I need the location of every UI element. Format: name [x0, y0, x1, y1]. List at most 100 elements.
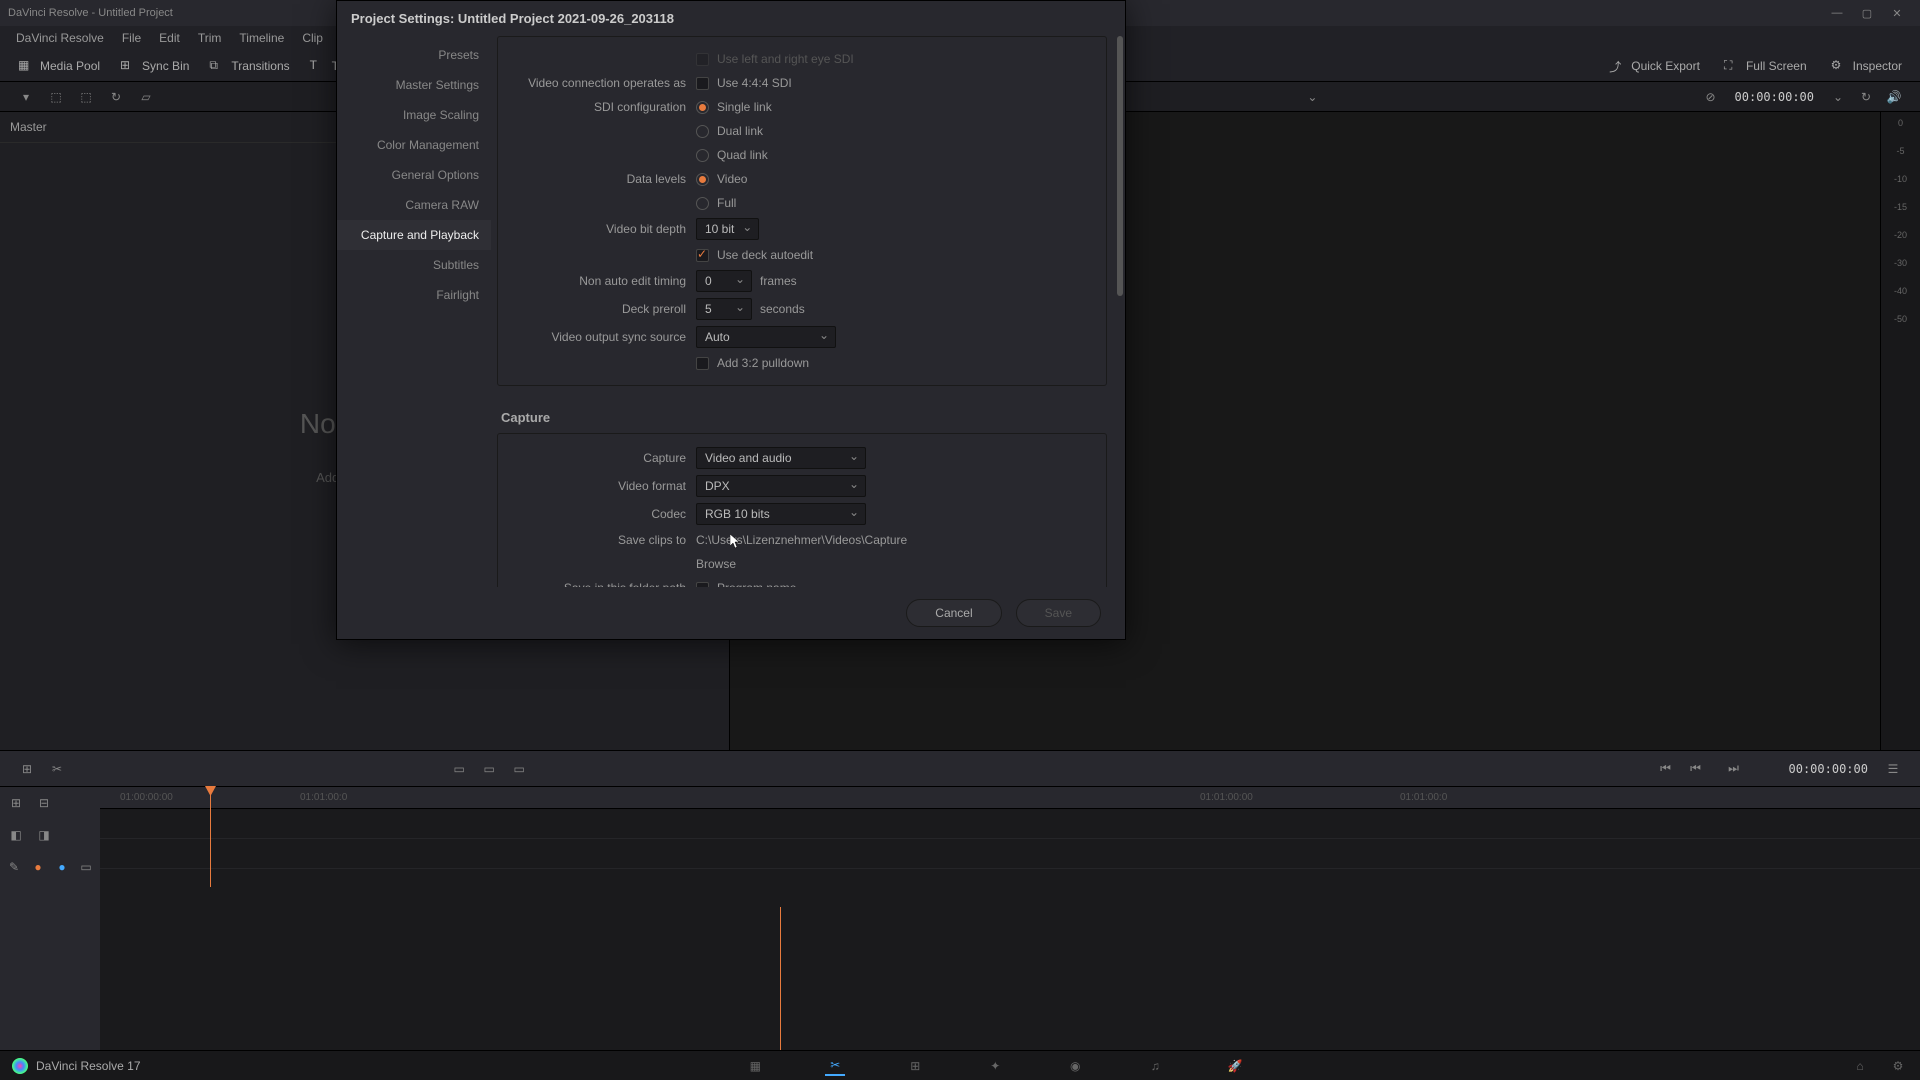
transitions-button[interactable]: ⧉Transitions — [199, 54, 299, 78]
menu-davinci[interactable]: DaVinci Resolve — [8, 27, 112, 49]
sidebar-item-presets[interactable]: Presets — [337, 40, 491, 70]
play-next-icon[interactable]: ⏭ — [1723, 758, 1745, 780]
timecode-dropdown-icon[interactable]: ⌄ — [1828, 87, 1848, 107]
use-444-sdi-checkbox[interactable] — [696, 77, 709, 90]
page-edit-icon[interactable]: ⊞ — [905, 1056, 925, 1076]
sync-bin-button[interactable]: ⊞Sync Bin — [110, 54, 199, 78]
page-fusion-icon[interactable]: ✦ — [985, 1056, 1005, 1076]
viewer-dropdown2-icon[interactable]: ⌄ — [1302, 87, 1322, 107]
video-radio[interactable] — [696, 173, 709, 186]
sidebar-item-camera-raw[interactable]: Camera RAW — [337, 190, 491, 220]
boring-detector-icon[interactable]: ⊞ — [16, 758, 38, 780]
sidebar-item-color-mgmt[interactable]: Color Management — [337, 130, 491, 160]
program-name-checkbox[interactable] — [696, 582, 709, 588]
sdi-config-label: SDI configuration — [504, 100, 696, 114]
page-color-icon[interactable]: ◉ — [1065, 1056, 1085, 1076]
home-icon[interactable]: ⌂ — [1850, 1056, 1870, 1076]
video-format-label: Video format — [504, 479, 696, 493]
dual-link-radio[interactable] — [696, 125, 709, 138]
sidebar-item-image-scaling[interactable]: Image Scaling — [337, 100, 491, 130]
video-sync-select[interactable]: Auto — [696, 326, 836, 348]
bypass-icon[interactable]: ⊘ — [1701, 87, 1721, 107]
media-pool-button[interactable]: ▦Media Pool — [8, 54, 110, 78]
tool-flag-icon[interactable]: ● — [30, 857, 46, 877]
app-logo[interactable]: DaVinci Resolve 17 — [12, 1058, 141, 1074]
save-button[interactable]: Save — [1016, 599, 1101, 627]
tool-timeline-icon[interactable]: ⊞ — [6, 793, 26, 813]
meter-label: -10 — [1894, 174, 1907, 184]
video-track[interactable] — [100, 809, 1920, 839]
jump-prev-icon[interactable]: ⏮ — [1655, 758, 1677, 780]
app-footer: DaVinci Resolve 17 ▦ ✂ ⊞ ✦ ◉ ♫ 🚀 ⌂ ⚙ — [0, 1050, 1920, 1080]
bit-depth-select[interactable]: 10 bit — [696, 218, 759, 240]
minimize-icon[interactable]: — — [1822, 3, 1852, 23]
import-folder-icon[interactable]: ⬚ — [76, 87, 96, 107]
speaker-icon[interactable]: 🔊 — [1884, 87, 1904, 107]
deck-preroll-label: Deck preroll — [504, 302, 696, 316]
tool-color-icon[interactable]: ● — [54, 857, 70, 877]
timeline-main[interactable]: 01:00:00:00 01:01:00:0 01:01:00:00 01:01… — [100, 787, 1920, 1050]
page-cut-icon[interactable]: ✂ — [825, 1056, 845, 1076]
tool-icon[interactable]: ▱ — [136, 87, 156, 107]
timeline-menu-icon[interactable]: ☰ — [1882, 758, 1904, 780]
quick-export-icon: ⤴ — [1609, 58, 1625, 74]
timeline-ruler[interactable]: 01:00:00:00 01:01:00:0 01:01:00:00 01:01… — [100, 787, 1920, 809]
settings-content[interactable]: Use left and right eye SDI Video connect… — [491, 36, 1125, 587]
menu-edit[interactable]: Edit — [151, 27, 188, 49]
quad-link-radio[interactable] — [696, 149, 709, 162]
tool-other-icon[interactable]: ▭ — [78, 857, 94, 877]
sidebar-item-general[interactable]: General Options — [337, 160, 491, 190]
tool-sync-icon[interactable]: ◧ — [6, 825, 26, 845]
refresh-icon[interactable]: ↻ — [106, 87, 126, 107]
menu-timeline[interactable]: Timeline — [231, 27, 292, 49]
menu-clip[interactable]: Clip — [294, 27, 331, 49]
timecode-display: 00:00:00:00 — [1735, 90, 1814, 104]
settings-sidebar: Presets Master Settings Image Scaling Co… — [337, 36, 491, 587]
smart-insert-icon[interactable]: ▭ — [448, 758, 470, 780]
audio-track[interactable] — [100, 839, 1920, 869]
single-link-radio[interactable] — [696, 101, 709, 114]
inspector-button[interactable]: ⚙Inspector — [1821, 54, 1912, 78]
bin-dropdown-icon[interactable]: ▾ — [16, 87, 36, 107]
append-icon[interactable]: ▭ — [478, 758, 500, 780]
capture-select[interactable]: Video and audio — [696, 447, 866, 469]
codec-select[interactable]: RGB 10 bits — [696, 503, 866, 525]
quick-export-button[interactable]: ⤴Quick Export — [1599, 54, 1710, 78]
split-clip-icon[interactable]: ✂ — [46, 758, 68, 780]
dual-link-label: Dual link — [717, 124, 763, 138]
deck-preroll-select[interactable]: 5 — [696, 298, 752, 320]
loop-icon[interactable]: ↻ — [1856, 87, 1876, 107]
playhead[interactable] — [210, 787, 211, 887]
tool-marker-icon[interactable]: ✎ — [6, 857, 22, 877]
play-prev-icon[interactable]: ⏮ — [1685, 758, 1707, 780]
sidebar-item-capture-playback[interactable]: Capture and Playback — [337, 220, 491, 250]
full-radio[interactable] — [696, 197, 709, 210]
menu-file[interactable]: File — [114, 27, 149, 49]
add-32-pulldown-label: Add 3:2 pulldown — [717, 356, 809, 370]
page-deliver-icon[interactable]: 🚀 — [1225, 1056, 1245, 1076]
tool-tracks-icon[interactable]: ⊟ — [34, 793, 54, 813]
non-auto-edit-select[interactable]: 0 — [696, 270, 752, 292]
settings-icon[interactable]: ⚙ — [1888, 1056, 1908, 1076]
titlebar-text: DaVinci Resolve - Untitled Project — [8, 7, 173, 19]
full-screen-button[interactable]: ⛶Full Screen — [1714, 54, 1817, 78]
deck-autoedit-checkbox[interactable] — [696, 249, 709, 262]
add-32-pulldown-checkbox[interactable] — [696, 357, 709, 370]
video-format-select[interactable]: DPX — [696, 475, 866, 497]
sidebar-item-fairlight[interactable]: Fairlight — [337, 280, 491, 310]
maximize-icon[interactable]: ▢ — [1852, 3, 1882, 23]
content-scrollbar[interactable] — [1117, 36, 1123, 296]
tool-audio-icon[interactable]: ◨ — [34, 825, 54, 845]
browse-button[interactable]: Browse — [696, 557, 736, 571]
sidebar-item-master[interactable]: Master Settings — [337, 70, 491, 100]
resolve-logo-icon — [12, 1058, 28, 1074]
page-media-icon[interactable]: ▦ — [745, 1056, 765, 1076]
close-icon[interactable]: ✕ — [1882, 3, 1912, 23]
menu-trim[interactable]: Trim — [190, 27, 230, 49]
sidebar-item-subtitles[interactable]: Subtitles — [337, 250, 491, 280]
cancel-button[interactable]: Cancel — [906, 599, 1001, 627]
import-icon[interactable]: ⬚ — [46, 87, 66, 107]
meter-label: -20 — [1894, 230, 1907, 240]
page-fairlight-icon[interactable]: ♫ — [1145, 1056, 1165, 1076]
ripple-icon[interactable]: ▭ — [508, 758, 530, 780]
